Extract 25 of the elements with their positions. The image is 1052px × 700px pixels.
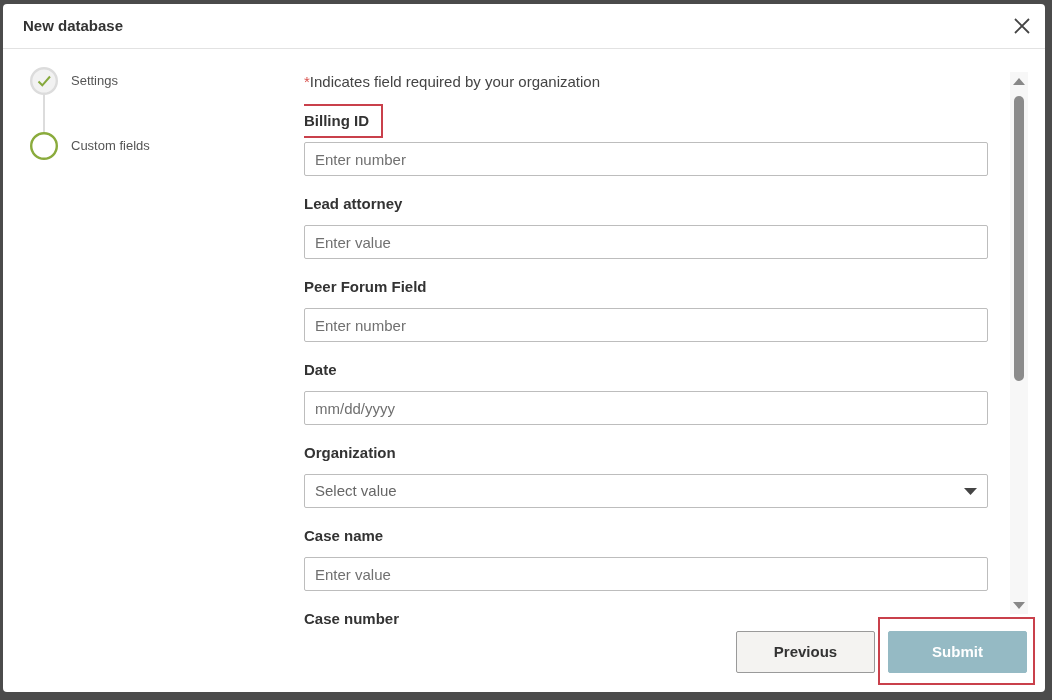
field-label: Peer Forum Field bbox=[304, 278, 427, 295]
scroll-down-icon[interactable] bbox=[1013, 602, 1025, 609]
input-field[interactable]: Enter value bbox=[304, 557, 988, 591]
field-label: Date bbox=[304, 361, 337, 378]
previous-button[interactable]: Previous bbox=[736, 631, 875, 673]
field-label: Billing ID bbox=[304, 112, 369, 129]
scrollbar[interactable] bbox=[1010, 72, 1028, 614]
step-connector bbox=[43, 95, 45, 132]
step-label[interactable]: Custom fields bbox=[71, 136, 150, 156]
dialog-title: New database bbox=[23, 15, 124, 36]
step-label[interactable]: Settings bbox=[71, 71, 118, 91]
field-label: Case number bbox=[304, 610, 400, 627]
input-field[interactable]: Enter value bbox=[304, 225, 988, 259]
close-icon[interactable] bbox=[1014, 18, 1030, 34]
scroll-up-icon[interactable] bbox=[1013, 78, 1025, 85]
caret-icon bbox=[964, 487, 977, 495]
field-label: Lead attorney bbox=[304, 195, 403, 212]
required-note: *Indicates field required by your organization bbox=[304, 72, 601, 92]
input-field[interactable]: Enter number bbox=[304, 142, 988, 176]
field-label: Case name bbox=[304, 527, 384, 544]
date-field[interactable]: mm/dd/yyyy bbox=[304, 391, 988, 425]
field-label: Organization bbox=[304, 444, 396, 461]
scrollbar-thumb[interactable] bbox=[1014, 96, 1024, 381]
select-field[interactable]: Select value bbox=[304, 474, 988, 508]
input-field[interactable]: Enter number bbox=[304, 308, 988, 342]
